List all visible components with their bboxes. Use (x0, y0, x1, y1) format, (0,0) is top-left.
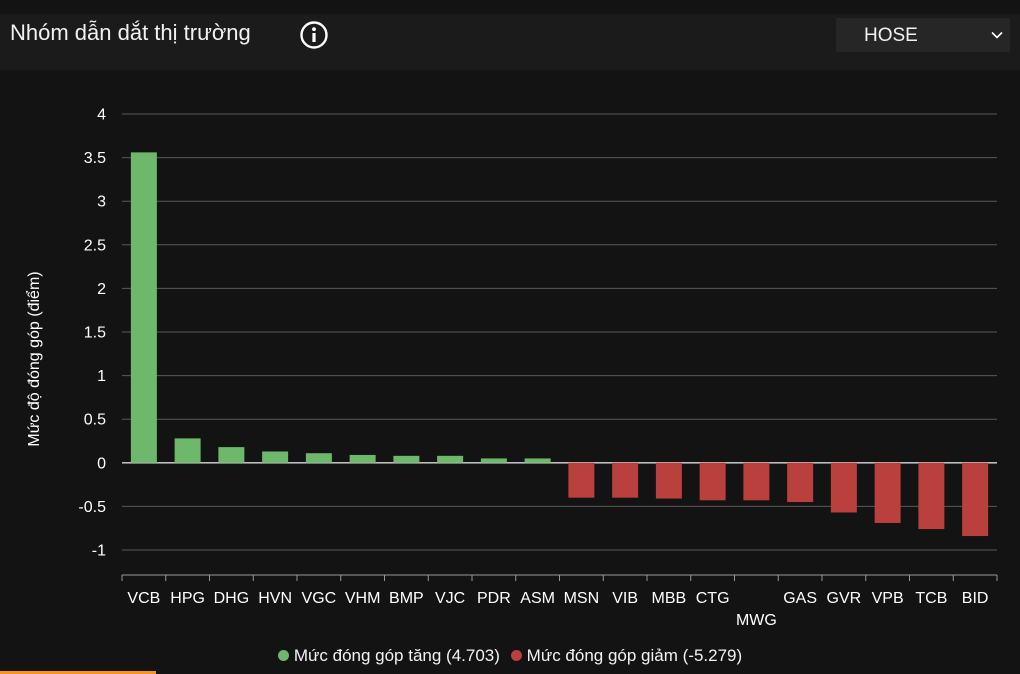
y-tick-label: 1 (97, 368, 106, 385)
x-tick-label: HVN (258, 590, 292, 607)
bar-mwg[interactable] (743, 462, 770, 501)
bar-vib[interactable] (612, 462, 639, 498)
legend-dot-increase (277, 650, 289, 661)
legend-dot-decrease (510, 650, 522, 661)
bar-pdr[interactable] (480, 458, 507, 463)
bar-vhm[interactable] (349, 454, 376, 463)
x-tick-label: GVR (827, 590, 862, 607)
bars (130, 152, 989, 537)
y-tick-label: 2.5 (84, 237, 106, 254)
bar-bid[interactable] (962, 462, 989, 537)
bar-bmp[interactable] (393, 455, 420, 463)
x-tick-label: BID (962, 590, 989, 607)
bar-vjc[interactable] (437, 455, 464, 463)
grid-lines (122, 113, 997, 551)
x-tick-label: CTG (696, 590, 730, 607)
bar-msn[interactable] (568, 462, 595, 498)
x-tick-label: TCB (915, 590, 947, 607)
bar-tcb[interactable] (918, 462, 945, 530)
y-tick-label: 3 (97, 194, 106, 211)
y-tick-label: -1 (92, 543, 106, 560)
y-tick-label: 0.5 (84, 412, 106, 429)
x-tick-label: VHM (345, 590, 381, 607)
bar-hvn[interactable] (262, 451, 289, 463)
legend: Mức đóng góp tăng (4.703) Mức đóng góp g… (0, 646, 1020, 670)
y-tick-label: 3.5 (84, 150, 106, 167)
legend-item-decrease[interactable]: Mức đóng góp giảm (-5.279) (510, 646, 743, 666)
x-tick-label: MWG (736, 612, 777, 629)
bar-mbb[interactable] (655, 462, 682, 499)
x-tick-label: VPB (872, 590, 904, 607)
bar-vpb[interactable] (874, 462, 901, 523)
x-tick-label: GAS (783, 590, 817, 607)
legend-label-decrease: Mức đóng góp giảm (-5.279) (526, 646, 743, 665)
y-axis-label: Mức độ đóng góp (điểm) (25, 271, 43, 446)
bar-gvr[interactable] (830, 462, 857, 513)
x-tick-label: PDR (477, 590, 511, 607)
x-tick-label: VCB (127, 590, 160, 607)
x-tick-label: VJC (435, 590, 465, 607)
x-tick-label: VGC (302, 590, 337, 607)
bar-ctg[interactable] (699, 462, 726, 501)
y-axis-ticks: 4 3.5 3 2.5 2 1.5 1 0.5 0 -0.5 -1 (78, 107, 106, 560)
x-axis: VCB HPG DHG HVN VGC VHM BMP VJC PDR ASM MSN VIB MBB C… (121, 574, 998, 629)
x-tick-label: HPG (170, 590, 205, 607)
legend-item-increase[interactable]: Mức đóng góp tăng (4.703) (277, 646, 500, 666)
y-tick-label: 0 (97, 455, 106, 472)
bar-hpg[interactable] (174, 438, 201, 463)
y-tick-label: 1.5 (84, 325, 106, 342)
x-tick-label: DHG (214, 590, 250, 607)
x-tick-label: MBB (652, 590, 687, 607)
bar-vcb[interactable] (130, 152, 157, 463)
bar-asm[interactable] (524, 458, 551, 463)
y-tick-label: 4 (97, 107, 106, 124)
bar-vgc[interactable] (305, 453, 332, 463)
bar-gas[interactable] (787, 462, 814, 503)
y-tick-label: -0.5 (78, 499, 106, 516)
y-tick-label: 2 (97, 281, 106, 298)
x-tick-label: ASM (520, 590, 555, 607)
legend-label-increase: Mức đóng góp tăng (4.703) (293, 646, 500, 665)
bar-dhg[interactable] (218, 447, 245, 463)
x-tick-label: VIB (612, 590, 638, 607)
contribution-bar-chart: 43.532.521.510.50-0.5-1 VCB HPG DHG HVN VGC V… (25, 107, 998, 629)
x-tick-label: BMP (389, 590, 424, 607)
x-tick-label: MSN (564, 590, 600, 607)
